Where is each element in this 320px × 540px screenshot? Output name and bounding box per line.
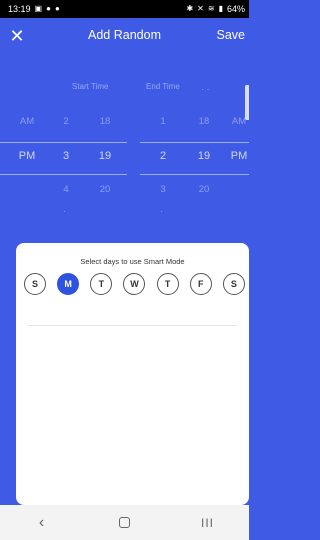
battery-level: 64%	[226, 4, 245, 14]
day-sunday-button[interactable]: S	[24, 273, 46, 295]
end-minute: 20	[198, 184, 210, 195]
navigation-bar: ‹ III	[0, 505, 249, 540]
selection-line	[0, 142, 127, 143]
mute-icon: ✕	[197, 4, 204, 13]
end-minute: 18	[198, 116, 210, 127]
divider	[28, 325, 237, 326]
picker-row-selected[interactable]: PM 3 19 2 19 PM	[0, 146, 249, 166]
start-hour: 2	[63, 116, 69, 127]
status-time: 13:19	[8, 4, 31, 14]
start-ampm: PM	[18, 150, 36, 162]
image-icon: ▣	[34, 4, 43, 13]
header: ✕ Add Random Save	[0, 18, 249, 56]
recents-button[interactable]: III	[193, 511, 223, 535]
home-icon	[119, 517, 130, 528]
home-button[interactable]	[110, 511, 140, 535]
selection-line	[140, 142, 249, 143]
selection-line	[140, 174, 249, 175]
day-saturday-button[interactable]: S	[222, 273, 245, 295]
status-bar: 13:19 ▣ ● ● ✱ ✕ ≋ ▮ 64%	[0, 0, 249, 18]
picker-row[interactable]: AM 2 18 1 18 AM	[0, 112, 249, 132]
back-button[interactable]: ‹	[27, 511, 57, 535]
start-time-label: Start Time	[72, 82, 109, 91]
smart-mode-sheet: Select days to use Smart Mode S M T W T …	[16, 243, 249, 505]
day-wednesday-button[interactable]: W	[123, 273, 146, 295]
sheet-body	[16, 327, 249, 499]
scroll-dots: · ·	[201, 84, 210, 94]
day-friday-button[interactable]: F	[189, 273, 212, 295]
start-ampm: AM	[19, 116, 35, 127]
page-title: Add Random	[88, 28, 161, 42]
scroll-handle[interactable]	[245, 85, 249, 120]
start-minute: 20	[99, 184, 111, 195]
start-hour: 4	[63, 184, 69, 195]
end-ampm: PM	[230, 150, 248, 162]
recents-icon: III	[200, 515, 214, 530]
end-ampm: AM	[231, 116, 247, 127]
start-hour: 3	[62, 150, 70, 162]
save-button[interactable]: Save	[217, 28, 246, 42]
end-hour: 2	[159, 150, 167, 162]
location-icon: ●	[46, 4, 51, 13]
end-time-label: End Time	[146, 82, 180, 91]
selection-line	[0, 174, 127, 175]
day-thursday-button[interactable]: T	[156, 273, 179, 295]
day-tuesday-button[interactable]: T	[90, 273, 113, 295]
scroll-dots: ·	[160, 206, 163, 216]
sheet-title: Select days to use Smart Mode	[80, 257, 185, 266]
end-hour: 1	[160, 116, 166, 127]
scroll-dots: ·	[63, 206, 66, 216]
status-right: ✱ ✕ ≋ ▮ 64%	[186, 4, 245, 14]
end-minute: 19	[197, 150, 211, 162]
end-hour: 3	[160, 184, 166, 195]
wifi-icon: ≋	[207, 4, 215, 13]
start-minute: 19	[98, 150, 112, 162]
status-left: 13:19 ▣ ● ●	[8, 4, 60, 14]
day-monday-button[interactable]: M	[57, 273, 80, 295]
start-minute: 18	[99, 116, 111, 127]
location-icon: ●	[54, 4, 60, 13]
bluetooth-icon: ✱	[186, 4, 194, 13]
picker-row[interactable]: 4 20 3 20	[0, 180, 249, 200]
chevron-left-icon: ‹	[38, 513, 45, 531]
signal-icon: ▮	[218, 4, 223, 13]
time-picker[interactable]: Start Time End Time · · AM 2 18 1 18 AM …	[0, 56, 249, 246]
day-selector: S M T W T F S	[24, 273, 245, 299]
